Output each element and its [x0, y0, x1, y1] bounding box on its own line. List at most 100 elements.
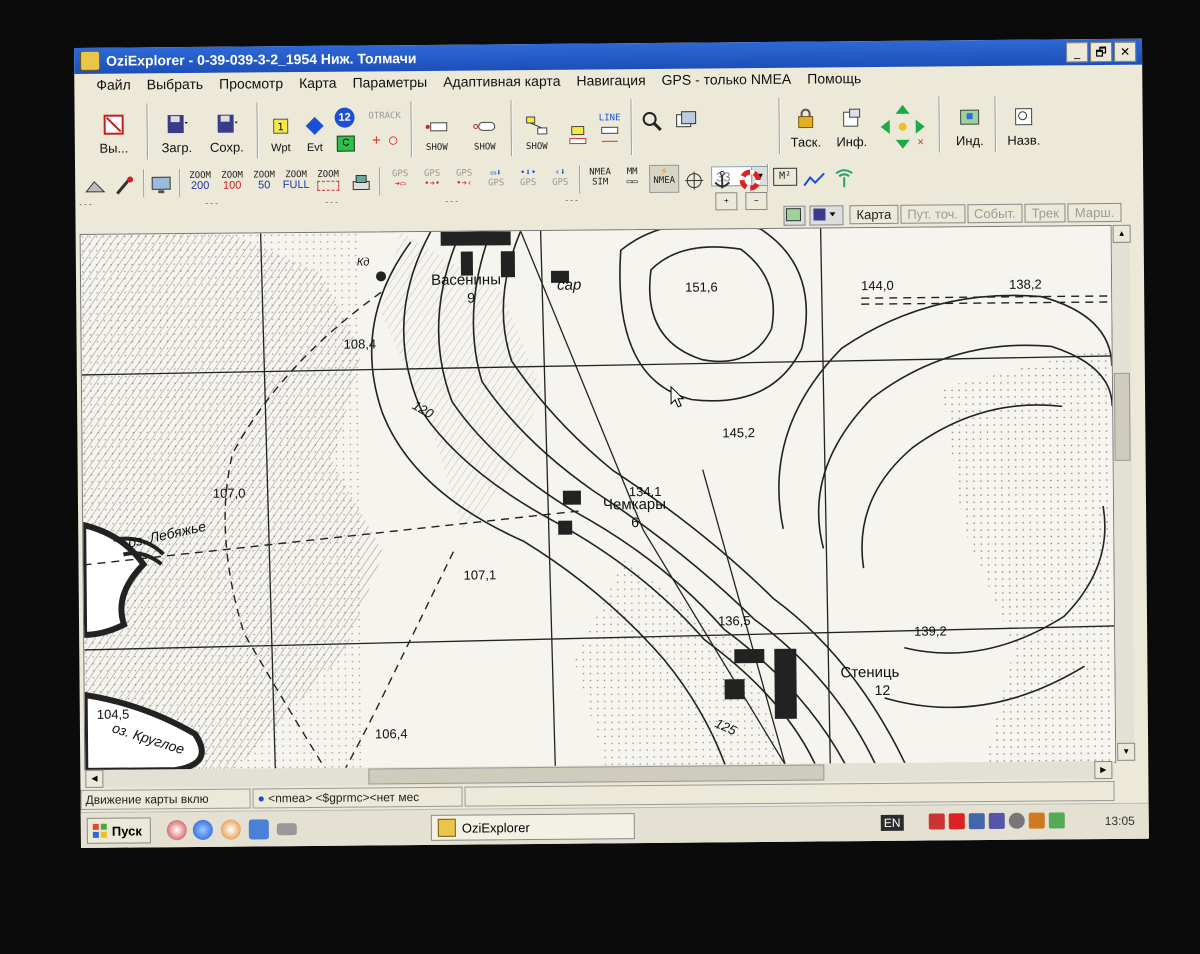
save-button[interactable]: Сохр. — [204, 102, 248, 155]
taskbar-ozi-button[interactable]: OziExplorer — [430, 813, 635, 841]
zoom-full-button[interactable]: ZOOM FULL — [281, 170, 311, 191]
task-button[interactable]: Таск. — [784, 97, 826, 150]
task-label: Таск. — [790, 134, 822, 150]
vertical-scroll-thumb[interactable] — [1113, 372, 1131, 461]
height-mark: 144,0 — [861, 277, 894, 294]
height-mark: 145,2 — [722, 425, 755, 441]
gps-download-button[interactable]: ▭⬇ GPS — [481, 168, 511, 188]
start-button[interactable]: Пуск — [86, 817, 151, 844]
lifebuoy-icon — [739, 169, 761, 191]
tools-button[interactable] — [111, 169, 139, 197]
load-button[interactable]: Загр. — [154, 103, 198, 155]
menu-map[interactable]: Карта — [291, 75, 345, 91]
info-button[interactable]: Инф. — [830, 97, 872, 149]
magnifier-button[interactable] — [637, 107, 667, 137]
tray-icon[interactable] — [1008, 812, 1025, 829]
nmea-button[interactable]: ⚡ NMEA — [649, 164, 680, 193]
nmea-sim-button[interactable]: NMEA SIM — [585, 167, 615, 187]
gps-upload-button[interactable]: GPS ➔▭ — [385, 169, 415, 189]
scroll-right-button[interactable]: ▶ — [1094, 760, 1113, 780]
height-mark: 106,4 — [374, 726, 408, 742]
tab-events[interactable]: Событ. — [966, 203, 1023, 224]
print-button[interactable] — [347, 167, 375, 195]
line-icon — [601, 126, 619, 142]
gps-download-3-button[interactable]: ‹⬇ GPS — [545, 168, 575, 188]
network-icon[interactable] — [968, 813, 985, 830]
tray-icon[interactable] — [1048, 812, 1065, 829]
index-button[interactable]: Инд. — [946, 96, 992, 148]
tab-track[interactable]: Трек — [1024, 203, 1066, 223]
signal-button[interactable] — [831, 163, 857, 191]
gps-upload-3-button[interactable]: GPS •➔‹ — [449, 168, 479, 189]
language-indicator[interactable]: EN — [880, 814, 904, 831]
menu-gps-nmea[interactable]: GPS - только NMEA — [654, 71, 800, 88]
zoom-200-button[interactable]: ZOOM 200 — [185, 171, 215, 192]
show-label-3: SHOW — [525, 141, 548, 153]
ie-icon[interactable] — [192, 819, 213, 840]
map-canvas[interactable]: Васенины 9 Чемкары 6 Стениць 12 оз. Лебя… — [79, 224, 1117, 772]
show-route-button[interactable]: SHOW — [519, 104, 555, 152]
gps-upload-2-button[interactable]: GPS •➔• — [417, 169, 447, 189]
anchor-button[interactable] — [709, 164, 735, 192]
plus-circle-icon[interactable]: + ○ — [365, 132, 405, 148]
save-label: Сохр. — [209, 139, 244, 155]
load-label: Загр. — [161, 139, 193, 156]
drive-icon[interactable] — [276, 823, 297, 836]
exit-button[interactable]: Вы... — [88, 103, 138, 156]
horizontal-scroll-thumb[interactable] — [368, 764, 825, 785]
restore-button[interactable]: 🗗 — [1089, 41, 1113, 63]
crosshair-button[interactable] — [681, 164, 707, 192]
area-m2-button[interactable]: M² — [773, 167, 798, 186]
zoom-area-button[interactable]: ZOOM — [313, 170, 343, 192]
tab-route[interactable]: Марш. — [1067, 202, 1122, 223]
scroll-up-button[interactable]: ▲ — [1112, 224, 1131, 243]
zoom-50-button[interactable]: ZOOM 50 — [249, 170, 279, 191]
antivirus-icon[interactable] — [948, 813, 965, 830]
vertical-scrollbar[interactable]: ▲ ▼ — [1111, 224, 1136, 761]
menu-file[interactable]: Файл — [74, 76, 139, 93]
mm-button[interactable]: MM ▭▭ — [617, 167, 647, 187]
event-button[interactable]: Evt — [299, 106, 331, 154]
lifebuoy-button[interactable] — [737, 164, 763, 192]
track-small-label[interactable]: OTRACK — [365, 111, 405, 121]
scroll-left-button[interactable]: ◀ — [85, 769, 104, 788]
waypoint-button[interactable]: 1 Wpt — [265, 106, 297, 154]
count-badge[interactable]: 12 — [334, 107, 355, 128]
tray-icon[interactable] — [988, 812, 1005, 830]
satellite-button[interactable] — [81, 170, 109, 198]
gps-download-2-button[interactable]: •⬇• GPS — [513, 168, 543, 188]
profile-button[interactable] — [801, 163, 827, 191]
name-search-button[interactable]: Назв. — [1000, 96, 1046, 148]
minimize-button[interactable]: _ — [1065, 42, 1089, 63]
names-toggle-button[interactable] — [563, 103, 593, 151]
save-dropdown-button[interactable] — [809, 205, 844, 226]
quicklaunch-icon[interactable] — [248, 819, 269, 840]
menu-params[interactable]: Параметры — [344, 74, 435, 91]
browser-icon[interactable] — [166, 820, 187, 841]
media-player-icon[interactable] — [220, 819, 241, 840]
line-toggle-button[interactable]: LINE — [595, 103, 625, 151]
c-toggle[interactable]: C — [336, 135, 355, 152]
za-icon[interactable] — [1028, 812, 1045, 829]
close-button[interactable]: ✕ — [1113, 41, 1137, 62]
zoom-100-button[interactable]: ZOOM 100 — [217, 170, 247, 192]
tab-waypoints[interactable]: Пут. точ. — [900, 204, 966, 224]
wpt-label: Wpt — [271, 142, 291, 155]
info-icon — [843, 108, 861, 127]
menu-navigation[interactable]: Навигация — [568, 72, 653, 89]
menu-view[interactable]: Просмотр — [211, 75, 291, 92]
show-waypoints-button[interactable]: SHOW — [419, 105, 455, 153]
pan-arrows-button[interactable]: × — [876, 99, 928, 151]
menu-adaptive-map[interactable]: Адаптивная карта — [435, 73, 568, 90]
show-events-button[interactable]: SHOW — [467, 104, 503, 153]
window-title: OziExplorer - 0-39-039-3-2_1954 Ниж. Тол… — [106, 50, 417, 69]
map-image-button[interactable] — [783, 205, 806, 226]
map-list-button[interactable] — [671, 107, 701, 137]
menu-help[interactable]: Помощь — [799, 70, 869, 87]
tab-map[interactable]: Карта — [849, 204, 899, 225]
status-map-move: Движение карты вклю — [80, 788, 251, 810]
menu-select[interactable]: Выбрать — [139, 76, 212, 93]
scroll-down-button[interactable]: ▼ — [1117, 742, 1136, 761]
screen-button[interactable] — [147, 169, 175, 197]
tray-icon[interactable] — [928, 813, 945, 830]
